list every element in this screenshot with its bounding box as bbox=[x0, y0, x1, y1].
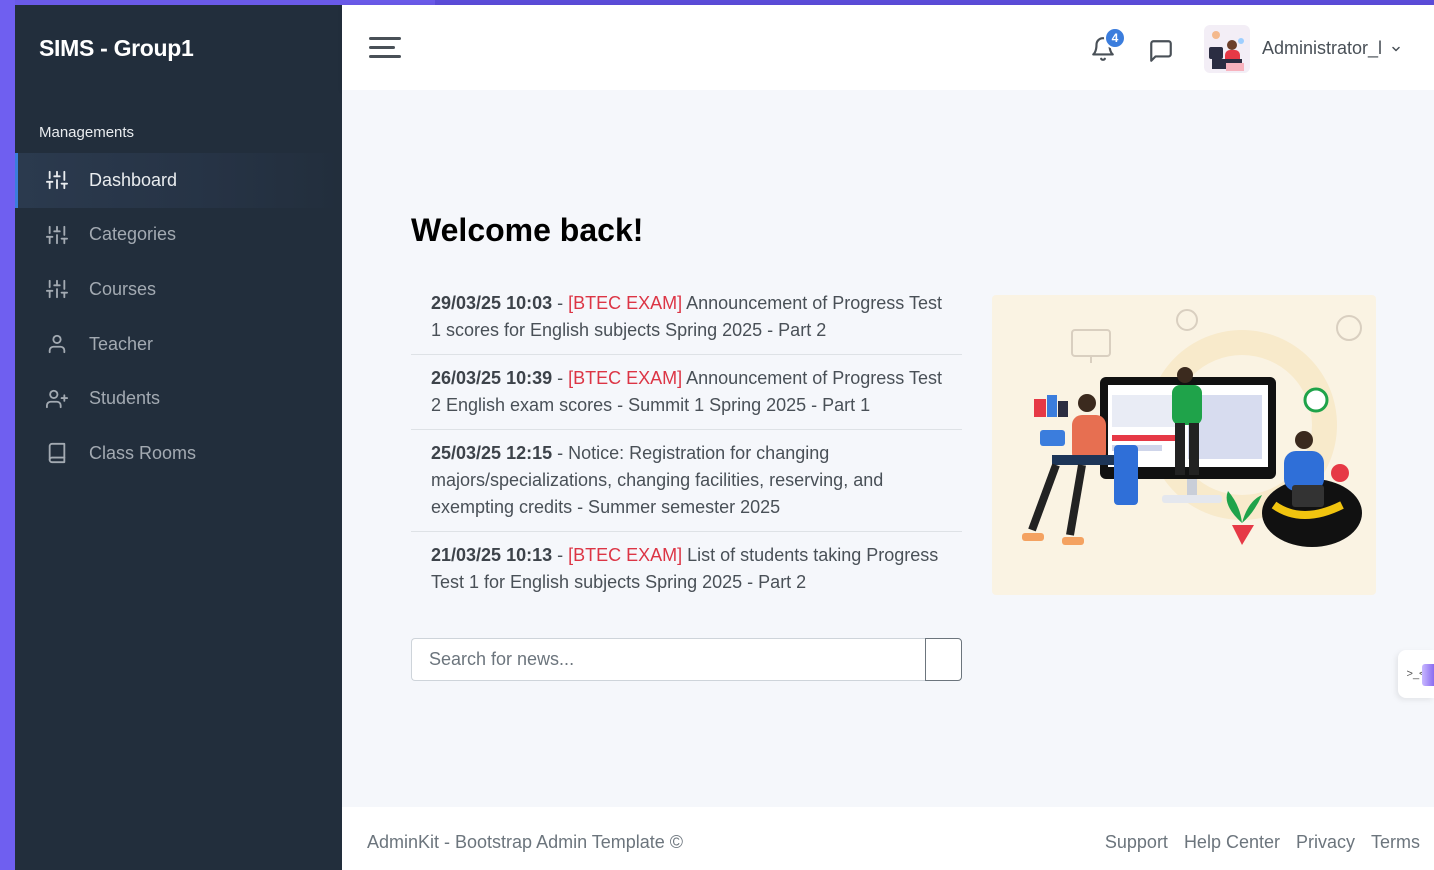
news-tag: [BTEC EXAM] bbox=[568, 293, 683, 313]
news-separator: - bbox=[552, 368, 569, 388]
user-icon bbox=[45, 332, 69, 356]
sidebar-item-courses[interactable]: Courses bbox=[15, 262, 342, 317]
sidebar-header: Managements bbox=[39, 124, 135, 141]
news-separator: - bbox=[552, 293, 569, 313]
window-frame-left bbox=[0, 0, 15, 870]
main-content: Welcome back! 29/03/25 10:03 - [BTEC EXA… bbox=[342, 90, 1434, 807]
brand-logo[interactable]: SIMS - Group1 bbox=[39, 35, 194, 62]
sidebar-item-students[interactable]: Students bbox=[15, 371, 342, 426]
sidebar-item-class-rooms[interactable]: Class Rooms bbox=[15, 426, 342, 481]
news-search bbox=[411, 638, 962, 681]
news-date: 21/03/25 10:13 bbox=[431, 545, 553, 565]
top-navbar: 4 Administrator_l bbox=[342, 5, 1434, 90]
sidebar-toggle-icon[interactable] bbox=[369, 35, 401, 61]
notifications-bell[interactable]: 4 bbox=[1090, 27, 1126, 65]
news-item[interactable]: 21/03/25 10:13 - [BTEC EXAM] List of stu… bbox=[411, 532, 962, 606]
footer-link-help-center[interactable]: Help Center bbox=[1184, 832, 1280, 853]
sliders-icon bbox=[45, 223, 69, 247]
sliders-icon bbox=[45, 277, 69, 301]
book-icon bbox=[45, 441, 69, 465]
sidebar-item-label: Teacher bbox=[89, 333, 154, 354]
message-square-icon bbox=[1150, 40, 1172, 62]
sidebar-menu: Dashboard Categories Courses Teacher Stu… bbox=[15, 153, 342, 481]
news-date: 26/03/25 10:39 bbox=[431, 368, 553, 388]
footer-link-privacy[interactable]: Privacy bbox=[1296, 832, 1355, 853]
sidebar-item-label: Categories bbox=[89, 224, 177, 245]
news-tag: [BTEC EXAM] bbox=[568, 545, 683, 565]
sidebar-item-dashboard[interactable]: Dashboard bbox=[15, 153, 342, 208]
news-date: 29/03/25 10:03 bbox=[431, 293, 553, 313]
dashboard-illustration bbox=[992, 295, 1376, 595]
footer-link-terms[interactable]: Terms bbox=[1371, 832, 1420, 853]
search-input[interactable] bbox=[411, 638, 925, 681]
notification-count-badge: 4 bbox=[1104, 27, 1126, 49]
page-title: Welcome back! bbox=[411, 212, 644, 248]
chevron-down-icon bbox=[1392, 46, 1400, 51]
footer-credit: AdminKit - Bootstrap Admin Template © bbox=[367, 832, 684, 852]
sidebar-item-label: Dashboard bbox=[89, 169, 178, 190]
side-panel-tab[interactable]: >_< bbox=[1398, 650, 1434, 698]
search-button[interactable] bbox=[925, 638, 962, 681]
user-menu-toggle[interactable]: Administrator_l bbox=[1262, 38, 1402, 59]
news-separator: - bbox=[552, 545, 569, 565]
news-separator: - bbox=[552, 443, 569, 463]
messages-button[interactable] bbox=[1148, 38, 1174, 64]
footer-links: Support Help Center Privacy Terms bbox=[1105, 832, 1420, 853]
news-list: 29/03/25 10:03 - [BTEC EXAM] Announcemen… bbox=[411, 280, 962, 606]
sidebar-item-teacher[interactable]: Teacher bbox=[15, 317, 342, 372]
footer: AdminKit - Bootstrap Admin Template © Su… bbox=[342, 807, 1434, 870]
news-item[interactable]: 29/03/25 10:03 - [BTEC EXAM] Announcemen… bbox=[411, 280, 962, 355]
user-name-label: Administrator_l bbox=[1262, 38, 1383, 58]
footer-link-support[interactable]: Support bbox=[1105, 832, 1168, 853]
news-tag: [BTEC EXAM] bbox=[568, 368, 683, 388]
user-plus-icon bbox=[45, 387, 69, 411]
sidebar-item-categories[interactable]: Categories bbox=[15, 208, 342, 263]
sidebar-item-label: Class Rooms bbox=[89, 442, 197, 463]
sliders-icon bbox=[45, 168, 69, 192]
news-date: 25/03/25 12:15 bbox=[431, 443, 553, 463]
news-item[interactable]: 26/03/25 10:39 - [BTEC EXAM] Announcemen… bbox=[411, 355, 962, 430]
avatar[interactable] bbox=[1204, 25, 1250, 73]
sidebar: SIMS - Group1 Managements Dashboard Cate… bbox=[15, 5, 342, 870]
sidebar-item-label: Students bbox=[89, 388, 161, 409]
news-item[interactable]: 25/03/25 12:15 - Notice: Registration fo… bbox=[411, 430, 962, 532]
sidebar-item-label: Courses bbox=[89, 278, 157, 299]
